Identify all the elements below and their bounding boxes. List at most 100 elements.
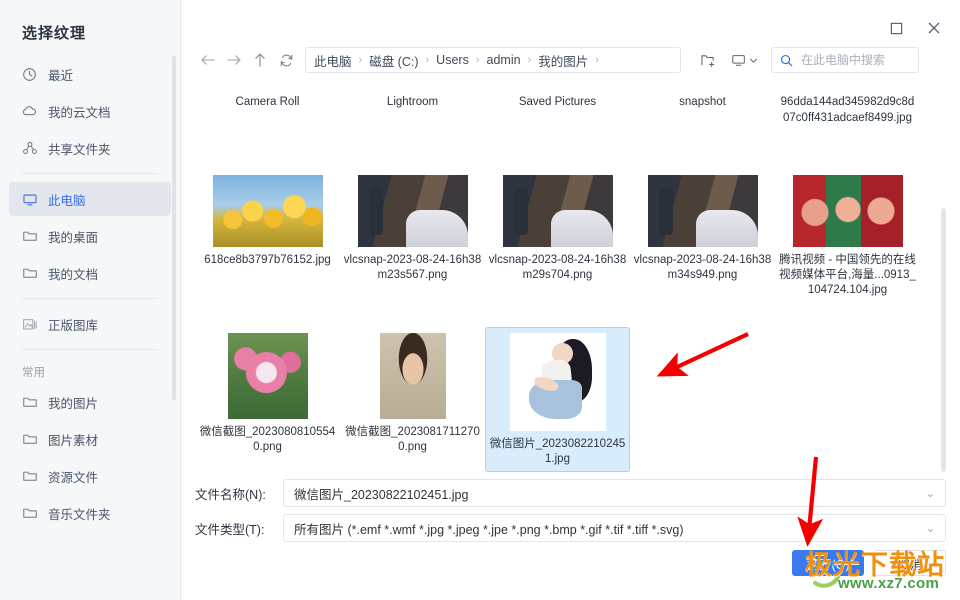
sidebar-scrollbar[interactable]: [172, 56, 176, 400]
file-item[interactable]: Lightroom: [340, 84, 485, 131]
file-item[interactable]: Camera Roll: [195, 84, 340, 131]
sidebar-item-label: 图片素材: [48, 433, 99, 448]
file-item-inner[interactable]: Saved Pictures: [485, 88, 630, 115]
sidebar-group-label: 常用: [22, 367, 45, 379]
file-thumbnail: [212, 175, 323, 247]
file-item-inner[interactable]: 微信截图_20230808105540.png: [195, 327, 340, 460]
file-name: Saved Pictures: [518, 96, 597, 108]
sidebar-item-my-pictures[interactable]: 我的图片: [9, 385, 171, 419]
file-name: Camera Roll: [235, 96, 300, 108]
filename-input[interactable]: 微信图片_20230822102451.jpg ⌄: [283, 479, 946, 507]
filetype-row: 文件类型(T): 所有图片 (*.emf *.wmf *.jpg *.jpeg …: [195, 514, 946, 542]
file-thumbnail: [792, 175, 903, 247]
file-item[interactable]: snapshot: [630, 84, 775, 131]
sidebar-item-label: 我的云文档: [48, 105, 111, 120]
sidebar-list: 最近 我的云文档 共享文件夹 此电脑 我的桌面 我的文档 正版图库 常用 我的图…: [0, 57, 180, 530]
file-name: 微信截图_20230808105540.png: [199, 426, 336, 453]
file-item-inner[interactable]: snapshot: [630, 88, 775, 115]
file-item[interactable]: 腾讯视频 - 中国领先的在线视频媒体平台,海量...0913_104724.10…: [775, 165, 920, 303]
new-folder-icon[interactable]: [695, 47, 721, 73]
sidebar-divider: [22, 298, 158, 299]
folder-icon: [21, 394, 38, 411]
sidebar-item-label: 我的文档: [48, 267, 99, 282]
navigation-toolbar: 此电脑 › 磁盘 (C:) › Users › admin › 我的图片 ›: [195, 46, 946, 74]
file-thumbnail: [647, 175, 758, 247]
sidebar-item-shared-folder[interactable]: 共享文件夹: [9, 131, 171, 165]
breadcrumb-item-3[interactable]: admin: [487, 53, 521, 67]
main-panel: 此电脑 › 磁盘 (C:) › Users › admin › 我的图片 › 在…: [181, 0, 960, 600]
close-icon[interactable]: [924, 18, 944, 38]
sidebar-item-recent[interactable]: 最近: [9, 57, 171, 91]
file-item[interactable]: vlcsnap-2023-08-24-16h38m23s567.png: [340, 165, 485, 303]
file-grid[interactable]: Camera Roll Lightroom Saved Pictures sna…: [195, 84, 946, 474]
window-controls: [886, 18, 944, 38]
file-item-inner[interactable]: 腾讯视频 - 中国领先的在线视频媒体平台,海量...0913_104724.10…: [775, 169, 920, 303]
sidebar-item-cloud-docs[interactable]: 我的云文档: [9, 94, 171, 128]
search-box[interactable]: [771, 47, 919, 73]
breadcrumb-separator: ›: [425, 54, 430, 66]
file-item[interactable]: Saved Pictures: [485, 84, 630, 131]
file-item-inner[interactable]: 96dda144ad345982d9c8d07c0ff431adcaef8499…: [775, 88, 920, 131]
sidebar: 选择纹理 最近 我的云文档 共享文件夹 此电脑 我的桌面 我的文档 正版图库 常…: [0, 0, 181, 600]
breadcrumb-item-1[interactable]: 磁盘 (C:): [369, 51, 418, 70]
sidebar-item-picture-assets[interactable]: 图片素材: [9, 422, 171, 456]
file-thumbnail: [213, 333, 323, 419]
view-mode-icon[interactable]: [727, 47, 761, 73]
folder-icon: [21, 228, 38, 245]
search-input[interactable]: [799, 52, 910, 68]
file-item-inner[interactable]: vlcsnap-2023-08-24-16h38m34s949.png: [630, 169, 775, 288]
breadcrumb-separator: ›: [358, 54, 363, 66]
file-name: Lightroom: [386, 96, 439, 108]
file-row: Camera Roll Lightroom Saved Pictures sna…: [195, 84, 946, 131]
chevron-down-icon[interactable]: ⌄: [926, 522, 935, 535]
sidebar-divider: [22, 349, 158, 350]
image-library-icon: [21, 316, 38, 333]
file-thumbnail: [357, 175, 468, 247]
breadcrumb-item-4[interactable]: 我的图片: [538, 51, 588, 70]
sidebar-item-this-pc[interactable]: 此电脑: [9, 182, 171, 216]
sidebar-item-resource-files[interactable]: 资源文件: [9, 459, 171, 493]
forward-icon[interactable]: [221, 47, 247, 73]
file-name: snapshot: [679, 96, 726, 108]
file-item[interactable]: 96dda144ad345982d9c8d07c0ff431adcaef8499…: [775, 84, 920, 131]
sidebar-item-stock-library[interactable]: 正版图库: [9, 307, 171, 341]
file-item[interactable]: vlcsnap-2023-08-24-16h38m34s949.png: [630, 165, 775, 303]
file-name: 腾讯视频 - 中国领先的在线视频媒体平台,海量...0913_104724.10…: [779, 254, 916, 296]
file-item-inner[interactable]: Lightroom: [340, 88, 485, 115]
file-name: 微信截图_20230817112700.png: [345, 426, 480, 453]
file-item-inner[interactable]: 618ce8b3797b76152.jpg: [195, 169, 340, 273]
open-button[interactable]: 打开(O): [792, 550, 864, 576]
filetype-select[interactable]: 所有图片 (*.emf *.wmf *.jpg *.jpeg *.jpe *.p…: [283, 514, 946, 542]
file-item[interactable]: 微信截图_20230817112700.png: [340, 323, 485, 472]
breadcrumb-item-0[interactable]: 此电脑: [314, 51, 352, 70]
file-picker-dialog: 选择纹理 最近 我的云文档 共享文件夹 此电脑 我的桌面 我的文档 正版图库 常…: [0, 0, 960, 600]
refresh-icon[interactable]: [273, 47, 299, 73]
sidebar-item-my-desktop[interactable]: 我的桌面: [9, 219, 171, 253]
monitor-icon: [21, 191, 38, 208]
back-icon[interactable]: [195, 47, 221, 73]
file-item[interactable]: 618ce8b3797b76152.jpg: [195, 165, 340, 303]
dialog-title: 选择纹理: [22, 25, 87, 42]
up-icon[interactable]: [247, 47, 273, 73]
maximize-icon[interactable]: [886, 18, 906, 38]
file-item[interactable]: 微信截图_20230808105540.png: [195, 323, 340, 472]
file-item-selected[interactable]: 微信图片_20230822102451.jpg: [485, 323, 630, 472]
filetype-label: 文件类型(T):: [195, 522, 265, 537]
file-item-inner[interactable]: vlcsnap-2023-08-24-16h38m29s704.png: [485, 169, 630, 288]
file-item-inner[interactable]: 微信截图_20230817112700.png: [340, 327, 485, 460]
cancel-button[interactable]: 取消: [874, 550, 946, 576]
sidebar-item-my-documents[interactable]: 我的文档: [9, 256, 171, 290]
file-item-inner[interactable]: vlcsnap-2023-08-24-16h38m23s567.png: [340, 169, 485, 288]
file-item-inner[interactable]: 微信图片_20230822102451.jpg: [485, 327, 630, 472]
breadcrumb-item-2[interactable]: Users: [436, 53, 469, 67]
file-item[interactable]: vlcsnap-2023-08-24-16h38m29s704.png: [485, 165, 630, 303]
search-icon: [780, 54, 793, 67]
file-name: 96dda144ad345982d9c8d07c0ff431adcaef8499…: [780, 96, 915, 124]
breadcrumb[interactable]: 此电脑 › 磁盘 (C:) › Users › admin › 我的图片 ›: [305, 47, 681, 73]
file-item-inner[interactable]: Camera Roll: [195, 88, 340, 115]
file-thumbnail: [502, 175, 613, 247]
file-grid-scrollbar[interactable]: [941, 208, 946, 472]
chevron-down-icon[interactable]: ⌄: [926, 487, 935, 500]
share-icon: [21, 140, 38, 157]
sidebar-item-music-folder[interactable]: 音乐文件夹: [9, 496, 171, 530]
